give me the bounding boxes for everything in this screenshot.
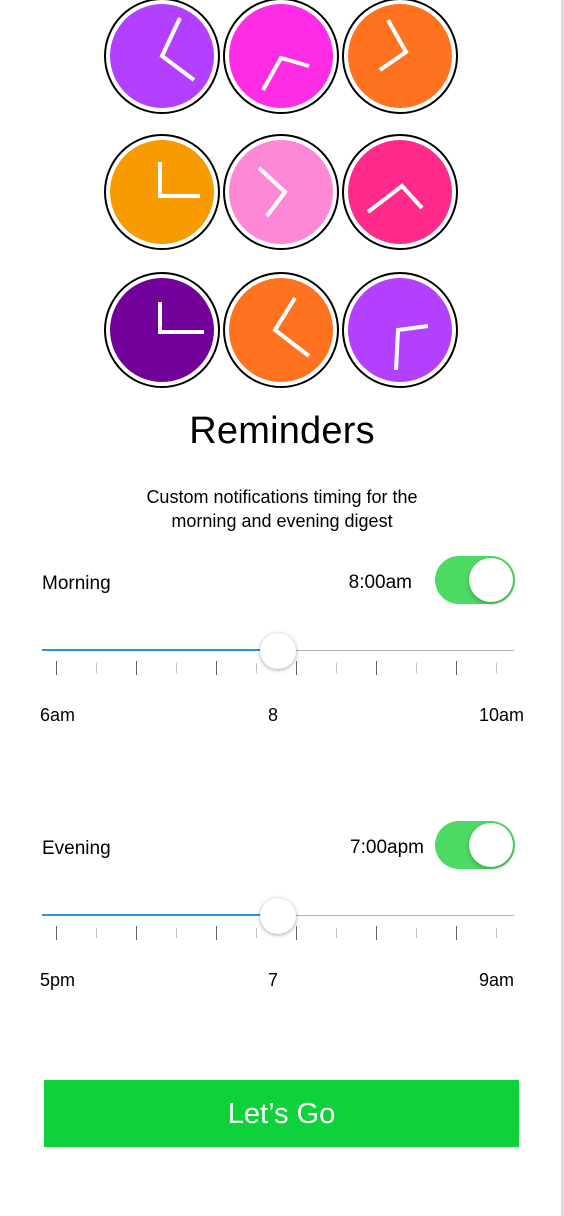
- morning-scale-mid: 8: [268, 705, 279, 725]
- tick-mark: [256, 928, 257, 938]
- page-title: Reminders: [189, 410, 375, 452]
- evening-label: Evening: [42, 838, 111, 859]
- tick-mark: [96, 928, 97, 938]
- tick-mark: [416, 663, 417, 673]
- evening-scale-mid: 7: [268, 970, 279, 990]
- slider-fill: [42, 649, 278, 651]
- page-subtitle: Custom notifications timing for the morn…: [82, 485, 482, 533]
- evening-tick-marks: [56, 926, 497, 942]
- tick-mark: [416, 928, 417, 938]
- tick-mark: [176, 928, 177, 938]
- evening-toggle-knob: [469, 823, 513, 867]
- clock-icon-purple[interactable]: [104, 0, 220, 114]
- morning-scale-start: 6am: [40, 705, 76, 725]
- tick-mark: [336, 663, 337, 673]
- tick-mark: [296, 926, 297, 940]
- tick-mark: [296, 661, 297, 675]
- tick-mark: [136, 926, 137, 940]
- tick-mark: [376, 661, 377, 675]
- morning-tick-marks: [56, 661, 497, 677]
- tick-mark: [216, 926, 217, 940]
- morning-toggle-knob: [469, 558, 513, 602]
- clock-icon-magenta[interactable]: [223, 0, 339, 114]
- clock-icon-pink[interactable]: [223, 134, 339, 250]
- clock-icon-dark-purple[interactable]: [104, 272, 220, 388]
- tick-mark: [256, 663, 257, 673]
- morning-label: Morning: [42, 573, 111, 594]
- clock-icon-rose[interactable]: [342, 134, 458, 250]
- tick-mark: [176, 663, 177, 673]
- clock-icon-violet[interactable]: [342, 272, 458, 388]
- subtitle-line-2: morning and evening digest: [171, 511, 393, 531]
- tick-mark: [136, 661, 137, 675]
- morning-scale-end: 10am: [479, 705, 525, 725]
- tick-mark: [56, 926, 57, 940]
- tick-mark: [336, 928, 337, 938]
- tick-mark: [456, 661, 457, 675]
- lets-go-button[interactable]: Let’s Go: [44, 1080, 519, 1147]
- evening-scale-start: 5pm: [40, 970, 76, 990]
- clock-grid: [0, 0, 564, 400]
- tick-mark: [56, 661, 57, 675]
- tick-mark: [496, 928, 497, 938]
- tick-mark: [96, 663, 97, 673]
- evening-scale-end: 9am: [479, 970, 515, 990]
- tick-mark: [496, 663, 497, 673]
- clock-icon-orange-2[interactable]: [223, 272, 339, 388]
- slider-fill: [42, 914, 278, 916]
- morning-time: 8:00am: [348, 572, 412, 593]
- morning-toggle[interactable]: [435, 556, 515, 604]
- evening-time: 7:00apm: [350, 837, 424, 858]
- tick-mark: [216, 661, 217, 675]
- subtitle-line-1: Custom notifications timing for the: [146, 487, 418, 507]
- tick-mark: [456, 926, 457, 940]
- clock-icon-amber[interactable]: [104, 134, 220, 250]
- evening-toggle[interactable]: [435, 821, 515, 869]
- clock-icon-orange[interactable]: [342, 0, 458, 114]
- tick-mark: [376, 926, 377, 940]
